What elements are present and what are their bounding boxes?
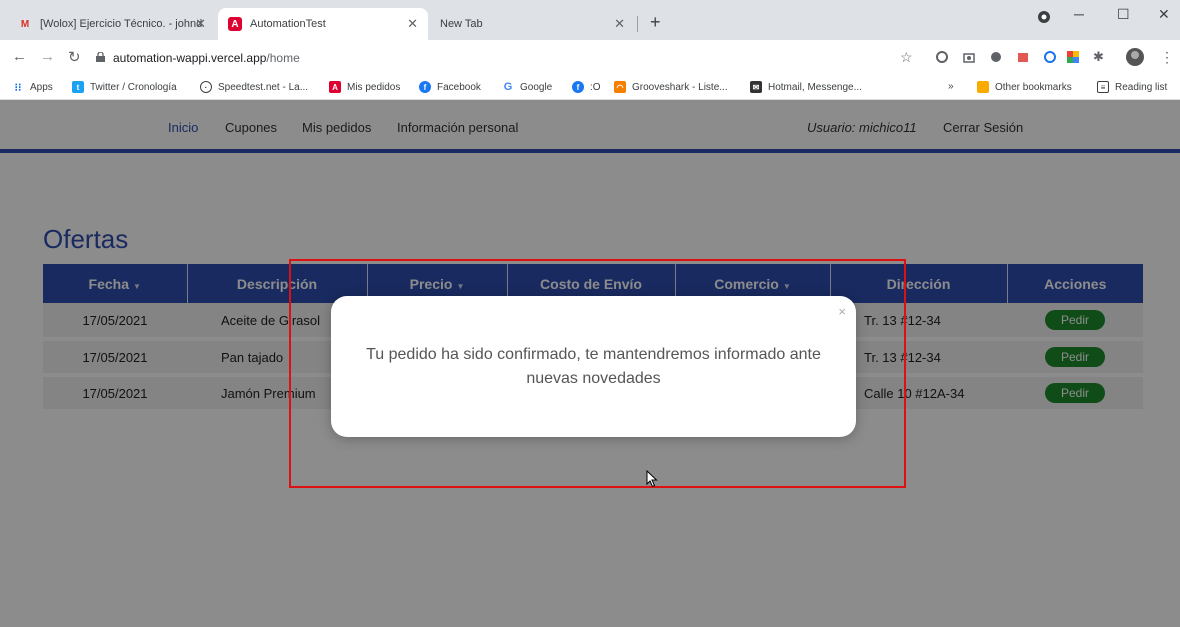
bookmark-overflow[interactable]: » xyxy=(948,81,954,92)
bookmark-label: Reading list xyxy=(1115,81,1168,93)
mouse-cursor-icon xyxy=(646,470,658,488)
google-icon: G xyxy=(503,81,513,93)
tab-divider xyxy=(637,16,638,32)
twitter-icon: t xyxy=(72,81,84,93)
browser-toolbar: ← → ↻ automation-wappi.vercel.app/home ☆… xyxy=(0,40,1180,76)
close-icon[interactable]: ✕ xyxy=(195,16,206,32)
extension-icon[interactable] xyxy=(1066,50,1080,64)
puzzle-icon[interactable]: ✱ xyxy=(1093,49,1104,65)
extension-icon[interactable] xyxy=(1043,50,1057,64)
angular-icon: A xyxy=(329,81,341,93)
profile-icon[interactable] xyxy=(1037,10,1051,27)
tab-title: AutomationTest xyxy=(250,18,326,30)
bookmark-label: Google xyxy=(520,81,553,93)
minimize-icon[interactable]: ─ xyxy=(1074,6,1084,22)
close-icon[interactable]: ✕ xyxy=(614,16,625,32)
extension-icon[interactable] xyxy=(989,50,1003,64)
browser-tab-automationtest[interactable]: A AutomationTest ✕ xyxy=(218,8,428,40)
bookmark-mis-pedidos[interactable]: A Mis pedidos xyxy=(329,81,400,93)
lock-icon xyxy=(96,52,105,62)
more-menu-icon[interactable]: ⋮ xyxy=(1160,49,1174,66)
address-bar[interactable]: automation-wappi.vercel.app/home xyxy=(113,51,300,65)
gmail-icon: M xyxy=(20,18,30,30)
browser-tabstrip: M [Wolox] Ejercicio Técnico. - johnd ✕ A… xyxy=(0,0,1180,40)
bookmark-o[interactable]: f :O xyxy=(572,81,601,93)
bookmark-other[interactable]: Other bookmarks xyxy=(977,81,1072,93)
apps-grid-icon: ⁝⁝ xyxy=(14,81,22,94)
close-icon[interactable]: ✕ xyxy=(407,16,418,32)
hotmail-icon: ✉ xyxy=(750,81,762,93)
url-path: /home xyxy=(266,51,300,65)
bookmark-hotmail[interactable]: ✉ Hotmail, Messenge... xyxy=(750,81,862,93)
reload-icon[interactable]: ↻ xyxy=(68,48,81,66)
avatar[interactable] xyxy=(1126,48,1144,66)
star-icon[interactable]: ☆ xyxy=(900,49,913,66)
extension-icon[interactable] xyxy=(935,50,949,64)
facebook-icon: f xyxy=(419,81,431,93)
bookmark-label: Hotmail, Messenge... xyxy=(768,81,862,93)
grooveshark-icon: ◠ xyxy=(614,81,626,93)
reading-list-icon: ≡ xyxy=(1097,81,1109,93)
folder-icon xyxy=(977,81,989,93)
extension-icon[interactable] xyxy=(1016,50,1030,64)
maximize-icon[interactable]: ☐ xyxy=(1117,6,1130,23)
new-tab-icon[interactable]: + xyxy=(650,12,661,33)
bookmark-label: :O xyxy=(590,81,601,93)
confirmation-message: Tu pedido ha sido confirmado, te mantend… xyxy=(366,346,821,387)
tab-title: [Wolox] Ejercicio Técnico. - johnd xyxy=(40,18,203,30)
window-close-icon[interactable]: ✕ xyxy=(1158,6,1170,23)
bookmark-label: Mis pedidos xyxy=(347,81,401,93)
back-icon[interactable]: ← xyxy=(12,48,27,65)
tab-title: New Tab xyxy=(440,18,483,30)
bookmark-google[interactable]: G Google xyxy=(502,81,553,93)
browser-tab-newtab[interactable]: New Tab ✕ xyxy=(430,8,635,40)
bookmark-facebook[interactable]: f Facebook xyxy=(419,81,481,93)
bookmark-label: Twitter / Cronología xyxy=(90,81,177,93)
bookmark-label: Other bookmarks xyxy=(995,81,1072,93)
browser-tab-gmail[interactable]: M [Wolox] Ejercicio Técnico. - johnd ✕ xyxy=(8,8,216,40)
bookmark-label: Apps xyxy=(30,81,53,93)
bookmark-reading-list[interactable]: ≡ Reading list xyxy=(1097,81,1167,93)
facebook-icon: f xyxy=(572,81,584,93)
bookmark-label: Facebook xyxy=(437,81,481,93)
close-icon[interactable]: × xyxy=(838,304,846,319)
bookmark-label: Grooveshark - Liste... xyxy=(632,81,728,93)
confirmation-dialog: × Tu pedido ha sido confirmado, te mante… xyxy=(331,296,856,437)
bookmark-speedtest[interactable]: · Speedtest.net - La... xyxy=(200,81,308,93)
bookmark-twitter[interactable]: t Twitter / Cronología xyxy=(72,81,177,93)
forward-icon[interactable]: → xyxy=(40,48,55,65)
bookmark-grooveshark[interactable]: ◠ Grooveshark - Liste... xyxy=(614,81,728,93)
angular-icon: A xyxy=(228,17,242,31)
speedtest-icon: · xyxy=(200,81,212,93)
bookmark-apps[interactable]: ⁝⁝ Apps xyxy=(12,81,53,94)
camera-icon[interactable] xyxy=(962,50,976,64)
bookmark-label: Speedtest.net - La... xyxy=(218,81,309,93)
bookmark-label: » xyxy=(948,81,954,92)
url-host: automation-wappi.vercel.app xyxy=(113,51,267,65)
bookmarks-bar: ⁝⁝ Apps t Twitter / Cronología · Speedtest.… xyxy=(0,76,1180,100)
